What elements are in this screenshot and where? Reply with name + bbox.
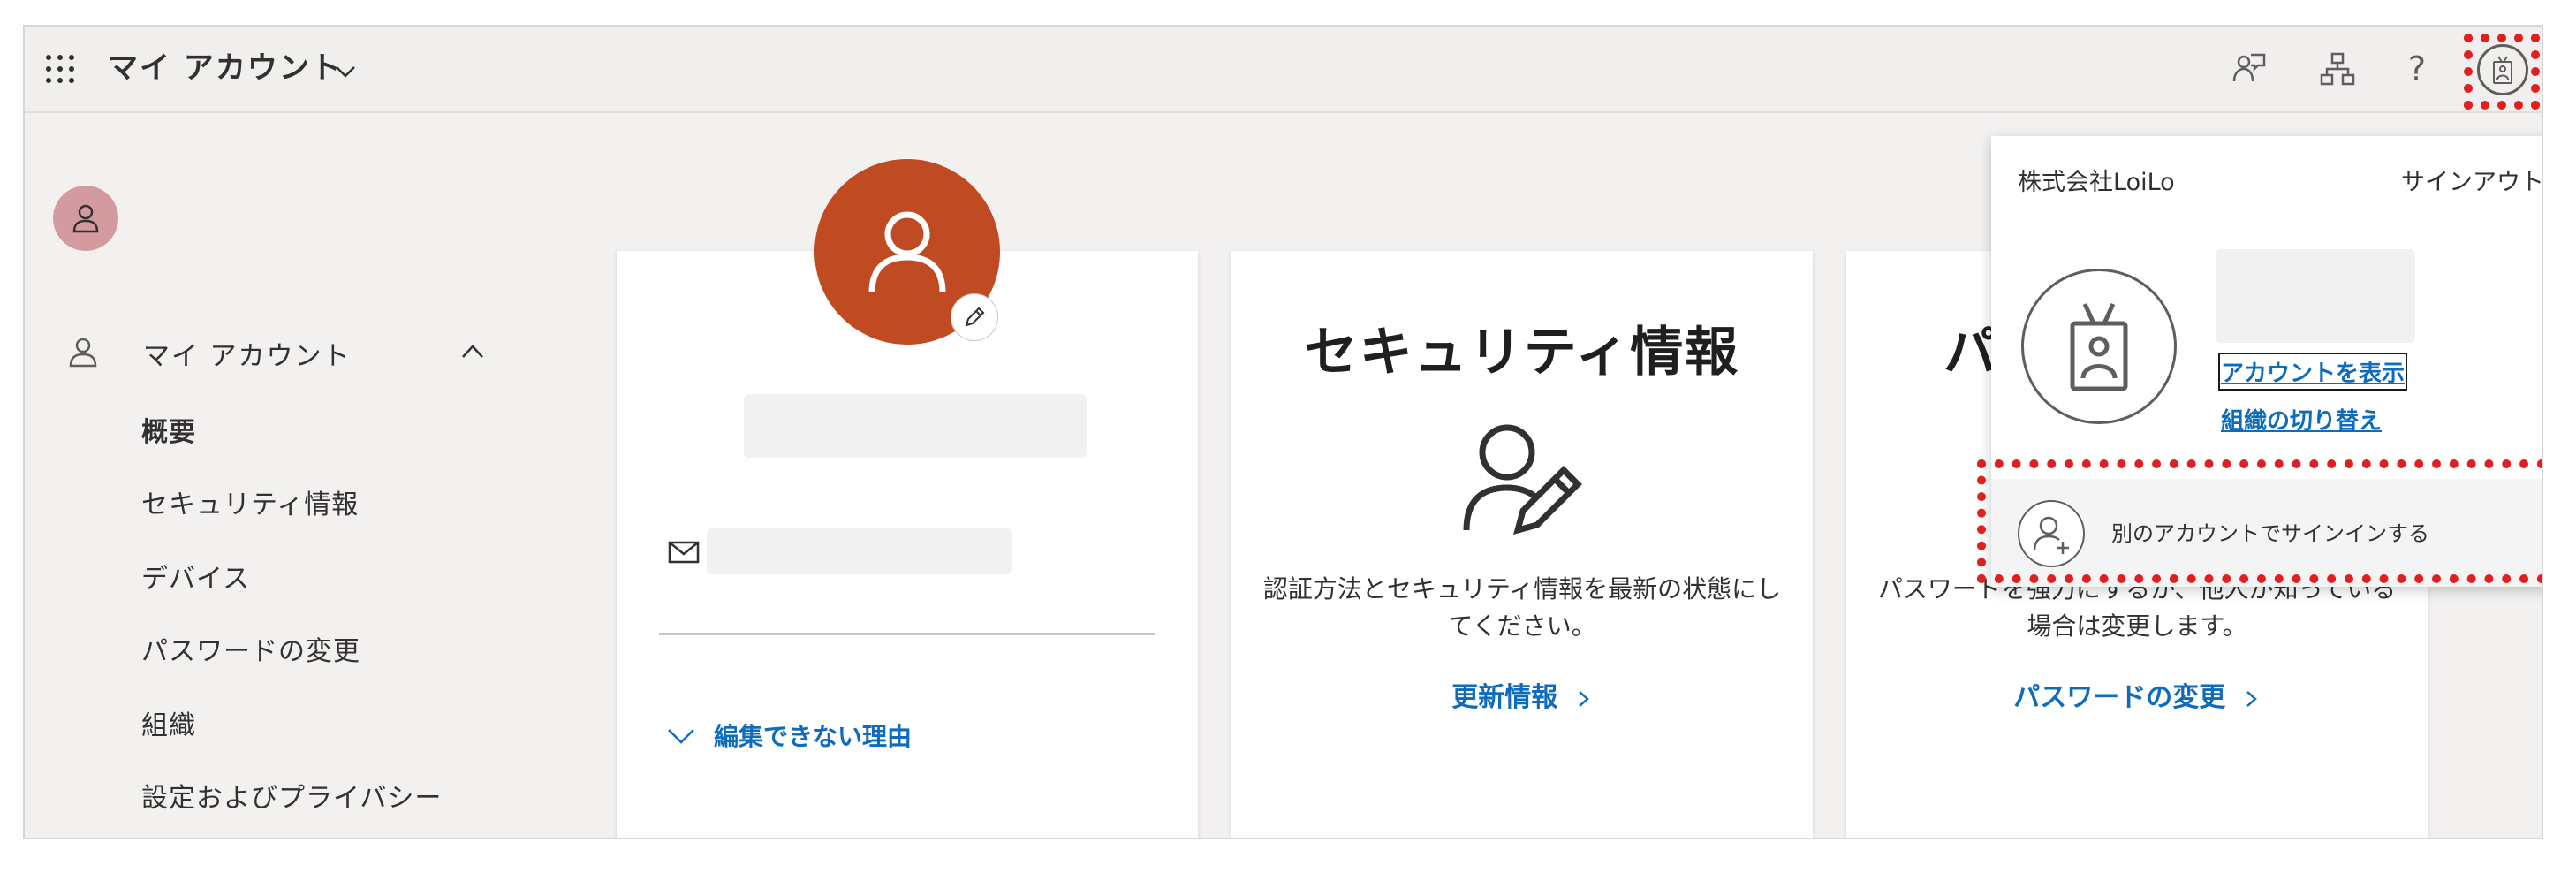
person-edit-icon bbox=[1463, 424, 1582, 535]
sign-out-link[interactable]: サインアウト bbox=[2401, 163, 2542, 197]
top-bar: マイ アカウント ? bbox=[25, 27, 2542, 113]
chevron-down-icon[interactable] bbox=[332, 58, 359, 85]
mail-icon bbox=[668, 541, 700, 564]
card-title: セキュリティ情報 bbox=[1304, 322, 1740, 383]
waffle-icon[interactable] bbox=[44, 53, 76, 85]
card-description: 認証方法とセキュリティ情報を最新の状態にしてください。 bbox=[1262, 574, 1782, 641]
sidebar-section-label: マイ アカウント bbox=[143, 341, 352, 372]
cant-edit-link: 編集できない理由 bbox=[714, 722, 913, 751]
app-window: マイ アカウント ? マイ アカウント 概要 セキュリティ情報 デバイス パスワ… bbox=[23, 25, 2543, 839]
edit-photo-button[interactable] bbox=[951, 293, 998, 341]
chevron-right-icon bbox=[2246, 690, 2257, 707]
app-title[interactable]: マイ アカウント bbox=[108, 46, 343, 90]
org-chart-icon[interactable] bbox=[2316, 48, 2359, 90]
change-password-link[interactable]: パスワードの変更 bbox=[1846, 675, 2428, 714]
avatar[interactable] bbox=[53, 186, 118, 251]
org-name: 株式会社LoiLo bbox=[2018, 169, 2175, 196]
person-icon bbox=[69, 338, 97, 368]
card-divider bbox=[659, 633, 1155, 635]
badge-icon bbox=[2070, 302, 2128, 391]
sidebar-item-overview[interactable]: 概要 bbox=[141, 410, 196, 449]
sidebar-item-security-info[interactable]: セキュリティ情報 bbox=[141, 482, 359, 521]
user-name-placeholder bbox=[2216, 249, 2415, 343]
cant-edit-expander[interactable]: 編集できない理由 bbox=[666, 717, 912, 753]
security-info-card: セキュリティ情報 認証方法とセキュリティ情報を最新の状態にしてください。 更新情… bbox=[1231, 251, 1813, 838]
update-info-link[interactable]: 更新情報 bbox=[1231, 675, 1813, 714]
feedback-icon[interactable] bbox=[2228, 48, 2270, 90]
sidebar-item-settings-privacy[interactable]: 設定およびプライバシー bbox=[141, 776, 442, 815]
person-icon bbox=[868, 211, 946, 293]
card-title: パ bbox=[1943, 322, 1998, 383]
view-account-link[interactable]: アカウントを表示 bbox=[2217, 353, 2408, 391]
email-placeholder bbox=[707, 528, 1012, 574]
account-avatar bbox=[2021, 269, 2177, 424]
sidebar-section-my-account[interactable]: マイ アカウント bbox=[55, 327, 496, 380]
chevron-up-icon[interactable] bbox=[459, 341, 486, 362]
highlight-other-account bbox=[1977, 459, 2542, 583]
person-icon bbox=[72, 204, 99, 233]
chevron-right-icon bbox=[1578, 690, 1589, 707]
sidebar-item-password[interactable]: パスワードの変更 bbox=[141, 629, 360, 668]
name-placeholder bbox=[744, 394, 1087, 458]
switch-organization-link[interactable]: 組織の切り替え bbox=[2221, 403, 2382, 436]
sidebar-item-devices[interactable]: デバイス bbox=[141, 557, 250, 596]
chevron-down-icon bbox=[668, 729, 694, 744]
sidebar-item-organizations[interactable]: 組織 bbox=[141, 703, 196, 742]
help-icon[interactable]: ? bbox=[2396, 48, 2438, 90]
pencil-icon bbox=[965, 307, 985, 327]
highlight-account-button bbox=[2464, 34, 2540, 110]
